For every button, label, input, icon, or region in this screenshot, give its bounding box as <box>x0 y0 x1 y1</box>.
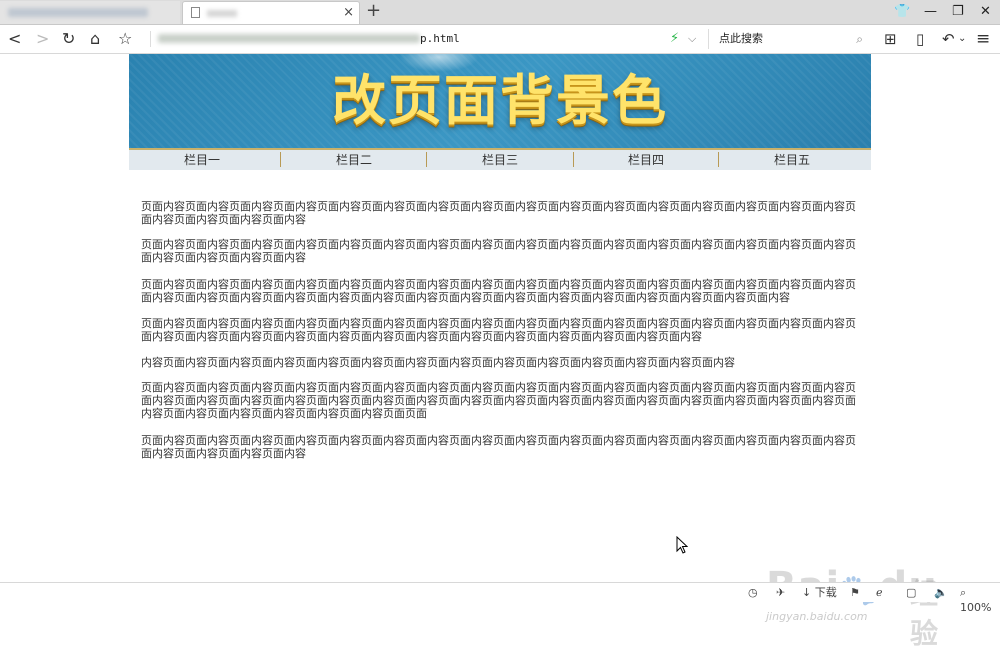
content-paragraph: 页面内容页面内容页面内容页面内容页面内容页面内容页面内容页面内容页面内容页面内容… <box>141 434 856 460</box>
reader-icon[interactable]: ▯ <box>916 29 924 49</box>
search-icon[interactable]: ⌕ <box>856 29 863 49</box>
status-bar: ◷ ✈ ↓ 下载 ⚑ ℯ ▢ 🔈 ⌕ 100% <box>0 582 1000 614</box>
menu-icon[interactable]: ≡ <box>976 29 990 49</box>
zoom-level: 100% <box>960 601 992 614</box>
mouse-cursor-icon <box>676 536 688 554</box>
page-viewport: 改页面背景色 栏目一 栏目二 栏目三 栏目四 栏目五 页面内容页面内容页面内容页… <box>0 54 1000 650</box>
nav-item-4[interactable]: 栏目四 <box>573 150 719 170</box>
ie-compat-icon[interactable]: ℯ <box>876 585 883 600</box>
nav-item-3[interactable]: 栏目三 <box>427 150 573 170</box>
back-button[interactable]: < <box>8 29 21 49</box>
url-blurred-part <box>158 34 420 43</box>
content-paragraph: 页面内容页面内容页面内容页面内容页面内容页面内容页面内容页面内容页面内容页面内容… <box>141 200 856 226</box>
content-paragraph: 页面内容页面内容页面内容页面内容页面内容页面内容页面内容页面内容页面内容页面内容… <box>141 381 856 420</box>
tab-active[interactable]: × <box>182 1 360 24</box>
nav-item-5[interactable]: 栏目五 <box>719 150 865 170</box>
favorite-star-icon[interactable]: ☆ <box>118 29 132 49</box>
tab-inactive[interactable] <box>0 1 180 24</box>
tab-title-blurred <box>8 8 148 17</box>
home-button[interactable]: ⌂ <box>90 29 100 49</box>
refresh-button[interactable]: ↻ <box>62 29 75 49</box>
tab-bar: × + 👕 — ❐ ✕ <box>0 0 1000 25</box>
pin-icon[interactable]: ✈ <box>776 585 785 600</box>
navigation-toolbar: < > ↻ ⌂ ☆ p.html ⚡ ⌵ 点此搜索 ⌕ ⊞ ▯ ↶ ⌄ ≡ <box>0 25 1000 54</box>
url-text[interactable]: p.html <box>420 30 460 48</box>
page-banner: 改页面背景色 <box>129 54 871 148</box>
volume-icon[interactable]: 🔈 <box>934 585 948 600</box>
address-separator <box>150 31 151 47</box>
content-paragraph: 页面内容页面内容页面内容页面内容页面内容页面内容页面内容页面内容页面内容页面内容… <box>141 317 856 343</box>
restore-button[interactable]: ❐ <box>952 3 964 21</box>
content-paragraph: 页面内容页面内容页面内容页面内容页面内容页面内容页面内容页面内容页面内容页面内容… <box>141 278 856 304</box>
window-icon[interactable]: ▢ <box>906 585 916 600</box>
chevron-down-icon[interactable]: ⌵ <box>688 29 696 49</box>
new-tab-button[interactable]: + <box>366 1 381 21</box>
chevron-down-icon[interactable]: ⌄ <box>958 29 966 49</box>
page-nav-bar: 栏目一 栏目二 栏目三 栏目四 栏目五 <box>129 148 871 170</box>
apps-icon[interactable]: ⊞ <box>884 29 897 49</box>
close-window-button[interactable]: ✕ <box>980 3 991 21</box>
tab-title-blurred <box>207 10 237 17</box>
forward-button[interactable]: > <box>36 29 49 49</box>
content-paragraph: 页面内容页面内容页面内容页面内容页面内容页面内容页面内容页面内容页面内容页面内容… <box>141 238 856 264</box>
undo-close-icon[interactable]: ↶ <box>942 29 955 49</box>
address-bar[interactable]: p.html ⚡ ⌵ <box>150 29 704 49</box>
zoom-control[interactable]: ⌕ 100% <box>960 585 1000 615</box>
close-tab-icon[interactable]: × <box>343 4 354 22</box>
search-input[interactable]: 点此搜索 <box>719 29 763 49</box>
page-icon <box>191 7 200 18</box>
speed-icon[interactable]: ◷ <box>748 585 758 600</box>
banner-title: 改页面背景色 <box>332 69 668 132</box>
content-paragraph: 内容页面内容页面内容页面内容页面内容页面内容页面内容页面内容页面内容页面内容页面… <box>141 356 735 369</box>
watermark-url: jingyan.baidu.com <box>766 610 868 623</box>
skin-icon[interactable]: 👕 <box>894 3 910 21</box>
flag-icon[interactable]: ⚑ <box>850 585 860 600</box>
nav-item-2[interactable]: 栏目二 <box>281 150 427 170</box>
nav-item-1[interactable]: 栏目一 <box>129 150 275 170</box>
minimize-button[interactable]: — <box>924 3 937 21</box>
download-label: 下载 <box>814 586 837 599</box>
search-box[interactable]: 点此搜索 ⌕ <box>708 29 869 49</box>
download-button[interactable]: ↓ 下载 <box>802 585 837 600</box>
speed-mode-icon[interactable]: ⚡ <box>670 29 679 49</box>
